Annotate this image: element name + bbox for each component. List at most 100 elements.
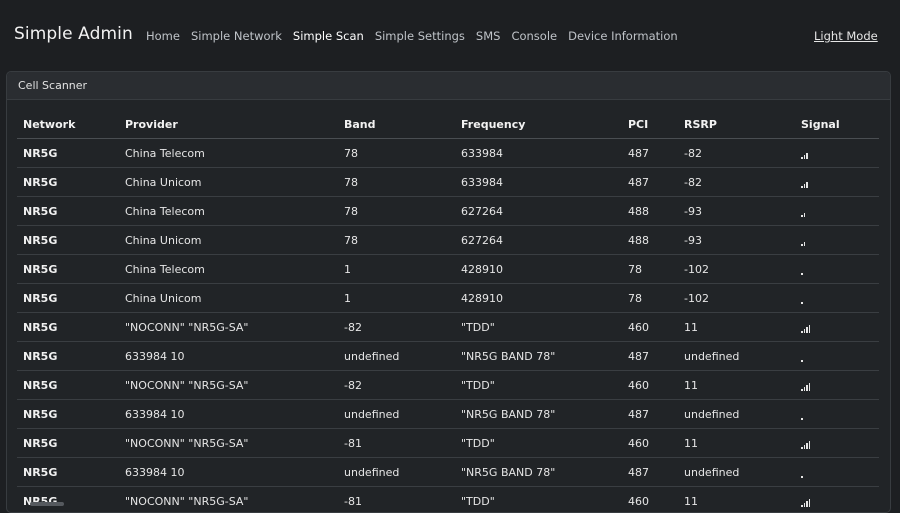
- cell-rsrp: undefined: [678, 400, 795, 429]
- cell-pci: 460: [622, 371, 678, 400]
- cell-rsrp: 11: [678, 313, 795, 342]
- cell-signal: [795, 429, 879, 458]
- signal-bar: [809, 325, 811, 333]
- cell-band: undefined: [338, 400, 455, 429]
- cell-provider: China Telecom: [119, 139, 338, 168]
- cell-band: -82: [338, 313, 455, 342]
- nav-home[interactable]: Home: [146, 29, 180, 43]
- cell-band: -82: [338, 371, 455, 400]
- cell-provider: 633984 10: [119, 342, 338, 371]
- cell-provider: China Unicom: [119, 168, 338, 197]
- signal-bar: [801, 331, 803, 333]
- signal-bar: [809, 441, 811, 449]
- column-header-band: Band: [338, 110, 455, 139]
- top-navbar: Simple Admin Home Simple Network Simple …: [0, 0, 900, 70]
- app-title[interactable]: Simple Admin: [14, 24, 133, 44]
- cell-frequency: "TDD": [455, 429, 622, 458]
- signal-strength-icon: [801, 207, 805, 217]
- cell-provider: "NOCONN" "NR5G-SA": [119, 429, 338, 458]
- cell-band: 1: [338, 255, 455, 284]
- cell-network: NR5G: [17, 429, 119, 458]
- signal-bar: [806, 327, 808, 333]
- table-row: NR5GChina Unicom78633984487-82: [17, 168, 879, 197]
- cell-frequency: 428910: [455, 255, 622, 284]
- signal-strength-icon: [801, 381, 810, 391]
- cell-scan-table: Network Provider Band Frequency PCI RSRP…: [17, 110, 879, 513]
- signal-strength-icon: [801, 294, 803, 304]
- cell-signal: [795, 313, 879, 342]
- signal-bar: [804, 184, 806, 188]
- cell-rsrp: -93: [678, 197, 795, 226]
- signal-strength-icon: [801, 149, 808, 159]
- column-header-provider: Provider: [119, 110, 338, 139]
- table-row: NR5GChina Unicom142891078-102: [17, 284, 879, 313]
- signal-bar: [801, 360, 803, 362]
- signal-bar: [801, 447, 803, 449]
- cell-pci: 487: [622, 400, 678, 429]
- cell-band: undefined: [338, 458, 455, 487]
- horizontal-scrollbar-thumb[interactable]: [30, 502, 64, 506]
- signal-strength-icon: [801, 323, 810, 333]
- cell-rsrp: undefined: [678, 342, 795, 371]
- signal-bar: [809, 383, 811, 391]
- cell-band: undefined: [338, 342, 455, 371]
- table-row: NR5G633984 10undefined"NR5G BAND 78"487u…: [17, 342, 879, 371]
- cell-frequency: 428910: [455, 284, 622, 313]
- cell-band: 1: [338, 284, 455, 313]
- table-row: NR5G"NOCONN" "NR5G-SA"-81"TDD"46011: [17, 429, 879, 458]
- signal-bar: [801, 186, 803, 188]
- signal-strength-icon: [801, 236, 805, 246]
- table-row: NR5G"NOCONN" "NR5G-SA"-82"TDD"46011: [17, 371, 879, 400]
- cell-network: NR5G: [17, 458, 119, 487]
- cell-signal: [795, 400, 879, 429]
- cell-pci: 78: [622, 284, 678, 313]
- cell-frequency: 627264: [455, 197, 622, 226]
- table-body: NR5GChina Telecom78633984487-82NR5GChina…: [17, 139, 879, 513]
- table-header-row: Network Provider Band Frequency PCI RSRP…: [17, 110, 879, 139]
- signal-bar: [806, 385, 808, 391]
- cell-network: NR5G: [17, 226, 119, 255]
- cell-network: NR5G: [17, 139, 119, 168]
- nav-simple-network[interactable]: Simple Network: [191, 29, 282, 43]
- table-row: NR5GChina Telecom142891078-102: [17, 255, 879, 284]
- cell-frequency: 633984: [455, 139, 622, 168]
- nav-simple-settings[interactable]: Simple Settings: [375, 29, 465, 43]
- cell-frequency: "TDD": [455, 371, 622, 400]
- signal-bar: [804, 242, 806, 246]
- cell-frequency: "NR5G BAND 78": [455, 400, 622, 429]
- cell-signal: [795, 197, 879, 226]
- column-header-signal: Signal: [795, 110, 879, 139]
- cell-network: NR5G: [17, 168, 119, 197]
- signal-bar: [809, 499, 811, 507]
- cell-rsrp: -102: [678, 284, 795, 313]
- signal-strength-icon: [801, 352, 803, 362]
- signal-bar: [801, 273, 803, 275]
- card-header: Cell Scanner: [7, 72, 890, 100]
- cell-network: NR5G: [17, 284, 119, 313]
- cell-pci: 488: [622, 226, 678, 255]
- cell-pci: 460: [622, 429, 678, 458]
- cell-network: NR5G: [17, 400, 119, 429]
- signal-bar: [804, 329, 806, 333]
- signal-strength-icon: [801, 439, 810, 449]
- cell-rsrp: -93: [678, 226, 795, 255]
- card-title: Cell Scanner: [18, 79, 87, 92]
- nav-simple-scan[interactable]: Simple Scan: [293, 29, 364, 43]
- nav-sms[interactable]: SMS: [476, 29, 501, 43]
- table-row: NR5GChina Unicom78627264488-93: [17, 226, 879, 255]
- cell-band: 78: [338, 226, 455, 255]
- table-row: NR5G633984 10undefined"NR5G BAND 78"487u…: [17, 400, 879, 429]
- table-row: NR5G633984 10undefined"NR5G BAND 78"487u…: [17, 458, 879, 487]
- light-mode-toggle[interactable]: Light Mode: [814, 29, 878, 43]
- nav-device-information[interactable]: Device Information: [568, 29, 678, 43]
- cell-pci: 487: [622, 168, 678, 197]
- nav-console[interactable]: Console: [511, 29, 557, 43]
- cell-scanner-card: Cell Scanner Network Provider Band Frequ…: [6, 71, 891, 513]
- cell-pci: 487: [622, 139, 678, 168]
- table-row: NR5GChina Telecom78627264488-93: [17, 197, 879, 226]
- cell-signal: [795, 487, 879, 513]
- cell-provider: 633984 10: [119, 458, 338, 487]
- cell-frequency: "NR5G BAND 78": [455, 342, 622, 371]
- cell-signal: [795, 139, 879, 168]
- cell-band: 78: [338, 139, 455, 168]
